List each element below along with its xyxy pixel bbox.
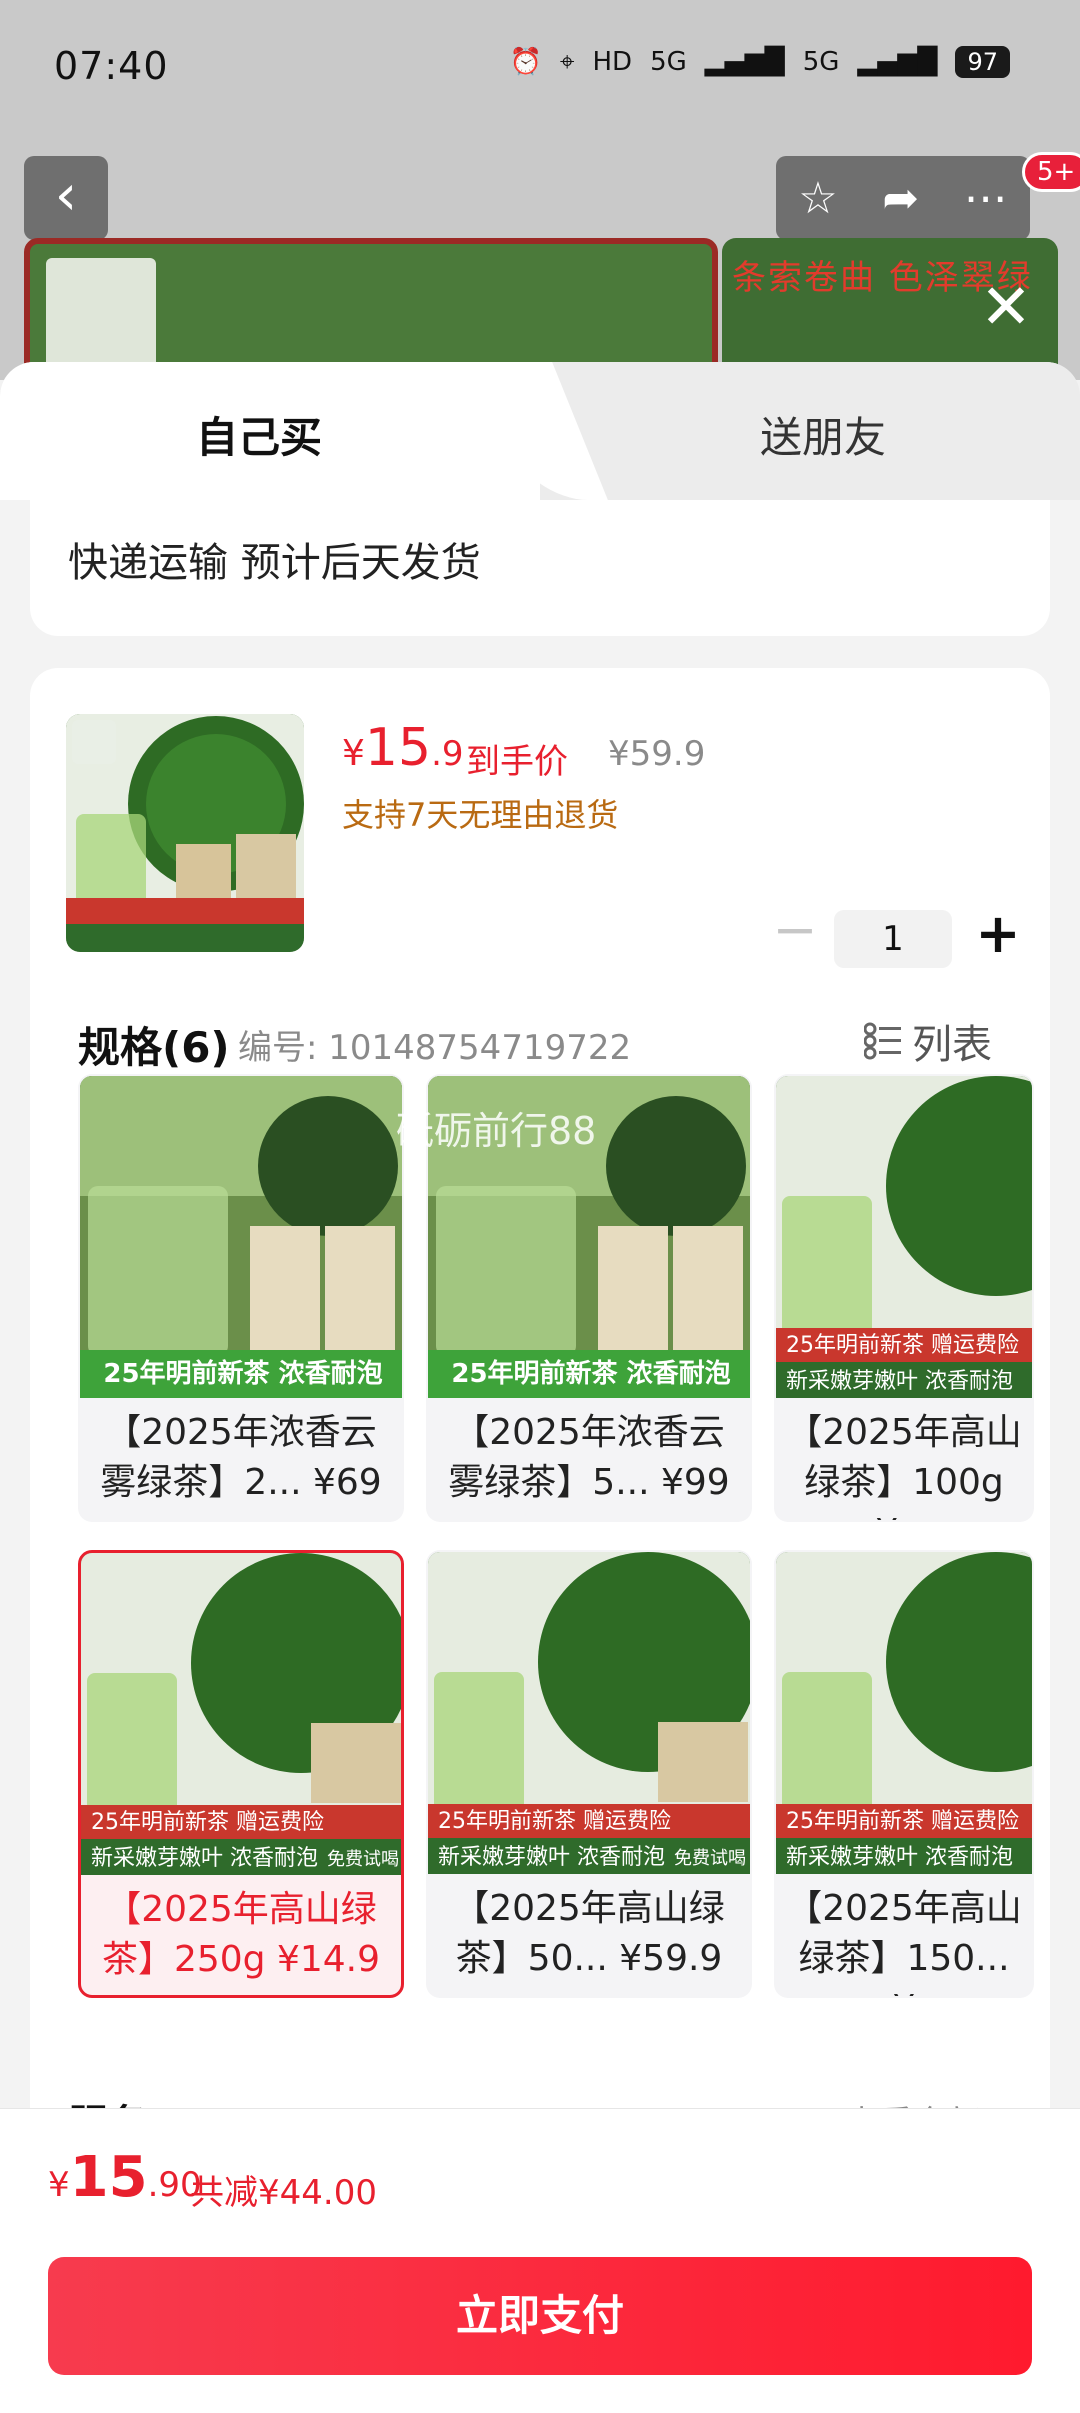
spec-label: 【2025年浓香云雾绿茶】5... ¥99 [448, 1412, 730, 1503]
close-icon[interactable]: ✕ [980, 270, 1032, 343]
spec-sub-band-text: 新采嫩芽嫩叶 浓香耐泡 [786, 1369, 1013, 1394]
spec-label: 【2025年高山绿茶】100g ¥... [786, 1412, 1022, 1520]
quantity-plus-button[interactable]: + [970, 904, 1026, 964]
total-price: ¥15.90 [48, 2145, 202, 2210]
spec-band-text: 25年明前新茶 赠运费险 [91, 1810, 324, 1835]
shipping-info: 快递运输 预计后天发货 [68, 540, 481, 586]
watermark-text: 砥砺前行88 [396, 1109, 597, 1153]
spec-option-1[interactable]: 25年明前新茶 浓香耐泡 【2025年浓香云雾绿茶】2... ¥69 [78, 1074, 404, 1522]
spec-image: 25年明前新茶 赠运费险 新采嫩芽嫩叶 浓香耐泡 [776, 1552, 1032, 1874]
spec-label: 【2025年高山绿茶】250g ¥14.9 [101, 1889, 381, 1980]
spec-sub-band-tag: 免费试喝 [674, 1848, 746, 1869]
favorite-star-icon[interactable]: ☆ [798, 173, 837, 224]
spec-band-text: 25年明前新茶 浓香耐泡 [103, 1358, 382, 1389]
hd-icon: HD [592, 47, 633, 77]
share-icon[interactable]: ➦ [882, 173, 919, 224]
battery-icon: 97 [955, 46, 1010, 78]
list-view-toggle[interactable]: 列表 [864, 1012, 992, 1070]
final-price-tag: 到手价 [466, 742, 568, 782]
spec-option-6[interactable]: 25年明前新茶 赠运费险 新采嫩芽嫩叶 浓香耐泡 【2025年高山绿茶】150..… [774, 1550, 1034, 1998]
back-icon[interactable]: ‹ [24, 156, 108, 240]
spec-image: 25年明前新茶 赠运费险 新采嫩芽嫩叶 浓香耐泡 免费试喝 [81, 1553, 401, 1875]
spec-band-text: 25年明前新茶 赠运费险 [786, 1809, 1019, 1834]
spec-band-text: 25年明前新茶 赠运费险 [786, 1333, 1019, 1358]
signal-bars-icon-2: ▂▄▆█ [857, 47, 938, 77]
alarm-icon: ⏰ [509, 47, 542, 77]
background-page: 07:40 ⏰ ⌖ HD 5G ▂▄▆█ 5G ▂▄▆█ 97 ‹ ☆ ➦ ⋯ … [0, 0, 1080, 380]
original-price: ¥59.9 [608, 734, 706, 774]
list-toggle-label: 列表 [912, 1022, 992, 1068]
signal-5g-icon-2: 5G [802, 47, 840, 77]
spec-label: 【2025年高山绿茶】50... ¥59.9 [453, 1888, 725, 1979]
unit-price: ¥15.9 [342, 718, 464, 778]
signal-5g-icon: 5G [650, 47, 687, 77]
return-policy: 支持7天无理由退货 [342, 796, 619, 834]
spec-image: 25年明前新茶 赠运费险 新采嫩芽嫩叶 浓香耐泡 免费试喝 [428, 1552, 750, 1874]
message-badge: 5+ [1022, 152, 1080, 192]
list-icon [864, 1022, 901, 1060]
tab-friend[interactable]: 送朋友 [760, 404, 886, 465]
product-thumbnail [66, 714, 304, 952]
product-main-image [24, 238, 718, 380]
spec-option-5[interactable]: 25年明前新茶 赠运费险 新采嫩芽嫩叶 浓香耐泡 免费试喝 【2025年高山绿茶】5… [426, 1550, 752, 1998]
spec-sub-band-text: 新采嫩芽嫩叶 浓香耐泡 [91, 1846, 318, 1871]
quantity-minus-button[interactable]: − [770, 903, 820, 960]
product-code: 编号: 10148754719722 [238, 1028, 632, 1068]
quantity-value[interactable]: 1 [834, 910, 952, 968]
buy-mode-tabs: 自己买 送朋友 [0, 362, 1080, 500]
spec-option-4-selected[interactable]: 25年明前新茶 赠运费险 新采嫩芽嫩叶 浓香耐泡 免费试喝 【2025年高山绿茶】2… [78, 1550, 404, 1998]
shipping-card: 快递运输 预计后天发货 [30, 500, 1050, 636]
spec-sub-band-text: 新采嫩芽嫩叶 浓香耐泡 [786, 1845, 1013, 1870]
location-icon: ⌖ [559, 46, 575, 77]
spec-sub-band-tag: 免费试喝 [327, 1849, 399, 1870]
status-time: 07:40 [54, 44, 169, 88]
spec-label: 【2025年高山绿茶】150... ¥ [786, 1888, 1022, 1996]
discount-amount: 共减¥44.00 [190, 2173, 377, 2213]
more-icon[interactable]: ⋯ [964, 173, 1008, 224]
spec-sub-band-text: 新采嫩芽嫩叶 浓香耐泡 [438, 1845, 665, 1870]
spec-band-text: 25年明前新茶 赠运费险 [438, 1809, 671, 1834]
spec-image: 25年明前新茶 浓香耐泡 [80, 1076, 402, 1398]
spec-label: 【2025年浓香云雾绿茶】2... ¥69 [100, 1412, 382, 1503]
nav-actions: ☆ ➦ ⋯ [776, 156, 1030, 240]
tab-self[interactable]: 自己买 [196, 404, 322, 465]
signal-bars-icon: ▂▄▆█ [704, 47, 785, 77]
pay-now-button[interactable]: 立即支付 [48, 2257, 1032, 2375]
spec-band-text: 25年明前新茶 浓香耐泡 [451, 1358, 730, 1389]
status-bar: 07:40 ⏰ ⌖ HD 5G ▂▄▆█ 5G ▂▄▆█ 97 [0, 0, 1080, 140]
checkout-bar: ¥15.90 共减¥44.00 立即支付 [0, 2108, 1080, 2413]
spec-title: 规格(6) [78, 1023, 230, 1072]
shop-logo [46, 258, 156, 378]
spec-option-3[interactable]: 25年明前新茶 赠运费险 新采嫩芽嫩叶 浓香耐泡 【2025年高山绿茶】100g … [774, 1074, 1034, 1522]
spec-image: 25年明前新茶 赠运费险 新采嫩芽嫩叶 浓香耐泡 [776, 1076, 1032, 1398]
